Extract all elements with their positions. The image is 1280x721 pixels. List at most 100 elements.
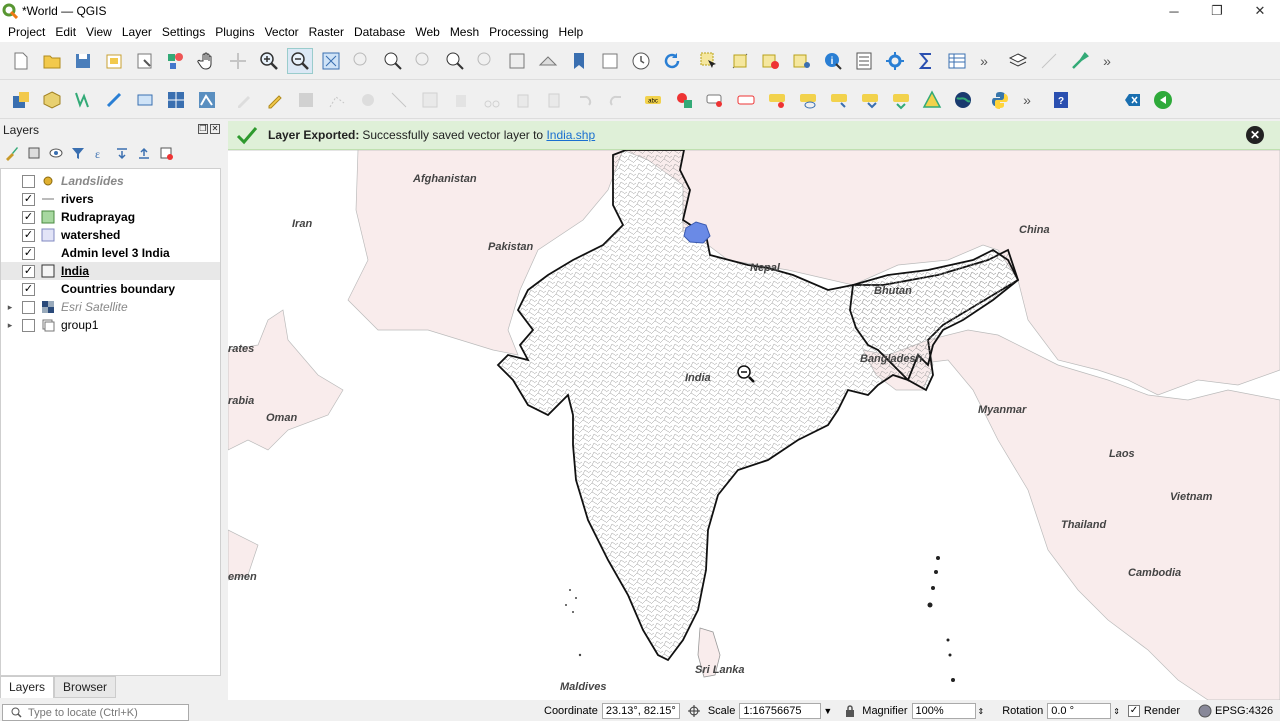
processing-toolbox-button[interactable] <box>882 48 908 74</box>
menu-project[interactable]: Project <box>3 25 50 39</box>
move-label-button[interactable] <box>795 87 821 113</box>
save-edits-button[interactable] <box>293 87 319 113</box>
attribute-table-button[interactable] <box>944 48 970 74</box>
layer-item-admin-level-3[interactable]: ✓ Admin level 3 India <box>1 244 220 262</box>
collapse-all-icon[interactable] <box>136 145 152 161</box>
select-features-button[interactable] <box>696 48 722 74</box>
menu-vector[interactable]: Vector <box>260 25 304 39</box>
minimize-button[interactable]: ─ <box>1152 0 1196 22</box>
python-console-button[interactable] <box>987 87 1013 113</box>
toggle-editing-button[interactable] <box>231 87 257 113</box>
map-canvas[interactable]: Afghanistan Iran Pakistan China Nepal Bh… <box>228 150 1280 700</box>
layer-checkbox[interactable]: ✓ <box>22 228 35 242</box>
crs-globe-icon[interactable] <box>1198 704 1212 718</box>
help-button[interactable]: ? <box>1048 87 1074 113</box>
pan-map-button[interactable] <box>194 48 220 74</box>
open-project-button[interactable] <box>39 48 65 74</box>
coordinate-field[interactable]: 23.13°, 82.15° <box>601 703 680 719</box>
add-virtual-layer-button[interactable] <box>132 87 158 113</box>
pin-unpin-label-button[interactable] <box>733 87 759 113</box>
delete-selected-button[interactable] <box>448 87 474 113</box>
scale-field[interactable]: 1:16756675 <box>739 703 822 719</box>
crs-label[interactable]: EPSG:4326 <box>1215 705 1273 717</box>
zoom-native-button[interactable] <box>411 48 437 74</box>
menu-edit[interactable]: Edit <box>50 25 81 39</box>
menu-settings[interactable]: Settings <box>157 25 210 39</box>
layer-item-rudraprayag[interactable]: ✓ Rudraprayag <box>1 208 220 226</box>
digitize-button[interactable] <box>1036 48 1062 74</box>
edit-table-button[interactable] <box>417 87 443 113</box>
menu-database[interactable]: Database <box>349 25 410 39</box>
plugin-tool-button[interactable] <box>1067 48 1093 74</box>
new-map-view-button[interactable] <box>504 48 530 74</box>
change-label-button[interactable] <box>857 87 883 113</box>
globe-button[interactable] <box>950 87 976 113</box>
zoom-next-button[interactable] <box>473 48 499 74</box>
layout-manager-button[interactable] <box>132 48 158 74</box>
undo-button[interactable] <box>572 87 598 113</box>
zoom-to-selection-button[interactable] <box>349 48 375 74</box>
paint-style-icon[interactable] <box>4 145 20 161</box>
label-toolbar-button[interactable]: abc <box>640 87 666 113</box>
zoom-last-button[interactable] <box>442 48 468 74</box>
statistical-summary-button[interactable] <box>913 48 939 74</box>
remove-layer-icon[interactable] <box>158 145 174 161</box>
toolbar-overflow-button-2[interactable]: » <box>1098 53 1116 69</box>
close-window-button[interactable]: ✕ <box>1238 0 1280 22</box>
deselect-features-button[interactable] <box>758 48 784 74</box>
select-by-value-button[interactable] <box>727 48 753 74</box>
rotation-field[interactable]: 0.0 ° <box>1047 703 1112 719</box>
layer-item-rivers[interactable]: ✓ rivers <box>1 190 220 208</box>
locator-search-input[interactable]: Type to locate (Ctrl+K) <box>2 704 189 721</box>
menu-processing[interactable]: Processing <box>484 25 553 39</box>
menu-help[interactable]: Help <box>554 25 589 39</box>
expand-arrow-icon[interactable]: ▸ <box>4 320 16 331</box>
cut-features-button[interactable] <box>479 87 505 113</box>
georeferencer-button[interactable] <box>919 87 945 113</box>
menu-mesh[interactable]: Mesh <box>445 25 484 39</box>
save-project-button[interactable] <box>70 48 96 74</box>
diagram-button[interactable] <box>671 87 697 113</box>
new-geopackage-button[interactable] <box>39 87 65 113</box>
menu-web[interactable]: Web <box>410 25 444 39</box>
layer-item-landslides[interactable]: Landslides <box>1 172 220 190</box>
rotate-label-button[interactable] <box>826 87 852 113</box>
add-group-icon[interactable] <box>26 145 42 161</box>
layer-item-countries-boundary[interactable]: ✓ Countries boundary <box>1 280 220 298</box>
rotation-spin-icon[interactable]: ⇕ <box>1113 707 1120 716</box>
scale-dropdown-icon[interactable]: ▼ <box>823 706 832 716</box>
zoom-to-layer-button[interactable] <box>380 48 406 74</box>
select-by-location-button[interactable] <box>789 48 815 74</box>
label-properties-button[interactable] <box>888 87 914 113</box>
lock-icon[interactable] <box>844 704 856 718</box>
menu-layer[interactable]: Layer <box>117 25 157 39</box>
maximize-button[interactable]: ❐ <box>1195 0 1239 22</box>
zoom-full-button[interactable] <box>318 48 344 74</box>
layer-checkbox[interactable] <box>22 174 35 188</box>
new-print-layout-button[interactable] <box>101 48 127 74</box>
zoom-out-button[interactable] <box>287 47 313 74</box>
layer-checkbox[interactable]: ✓ <box>22 246 35 260</box>
filter-expression-icon[interactable]: ε <box>92 145 108 161</box>
modify-attributes-button[interactable] <box>386 87 412 113</box>
menu-view[interactable]: View <box>81 25 117 39</box>
layer-item-esri-satellite[interactable]: ▸ Esri Satellite <box>1 298 220 316</box>
tab-browser[interactable]: Browser <box>54 676 117 698</box>
new-3d-map-view-button[interactable] <box>535 48 561 74</box>
magnifier-spin-icon[interactable]: ⇕ <box>978 707 985 716</box>
expand-arrow-icon[interactable]: ▸ <box>4 302 16 313</box>
toolbar-overflow-button[interactable]: » <box>975 53 993 69</box>
new-bookmark-button[interactable] <box>566 48 592 74</box>
filter-icon[interactable] <box>70 145 86 161</box>
tab-layers[interactable]: Layers <box>0 676 55 698</box>
layer-checkbox[interactable]: ✓ <box>22 210 35 224</box>
show-hide-label-button[interactable] <box>764 87 790 113</box>
paste-features-button[interactable] <box>541 87 567 113</box>
vertex-tool-button[interactable] <box>355 87 381 113</box>
current-edits-button[interactable] <box>262 87 288 113</box>
toolbar-overflow-button-3[interactable]: » <box>1018 92 1036 108</box>
data-source-manager-button[interactable] <box>8 87 34 113</box>
show-bookmarks-button[interactable] <box>597 48 623 74</box>
menu-plugins[interactable]: Plugins <box>210 25 259 39</box>
new-project-button[interactable] <box>8 48 34 74</box>
